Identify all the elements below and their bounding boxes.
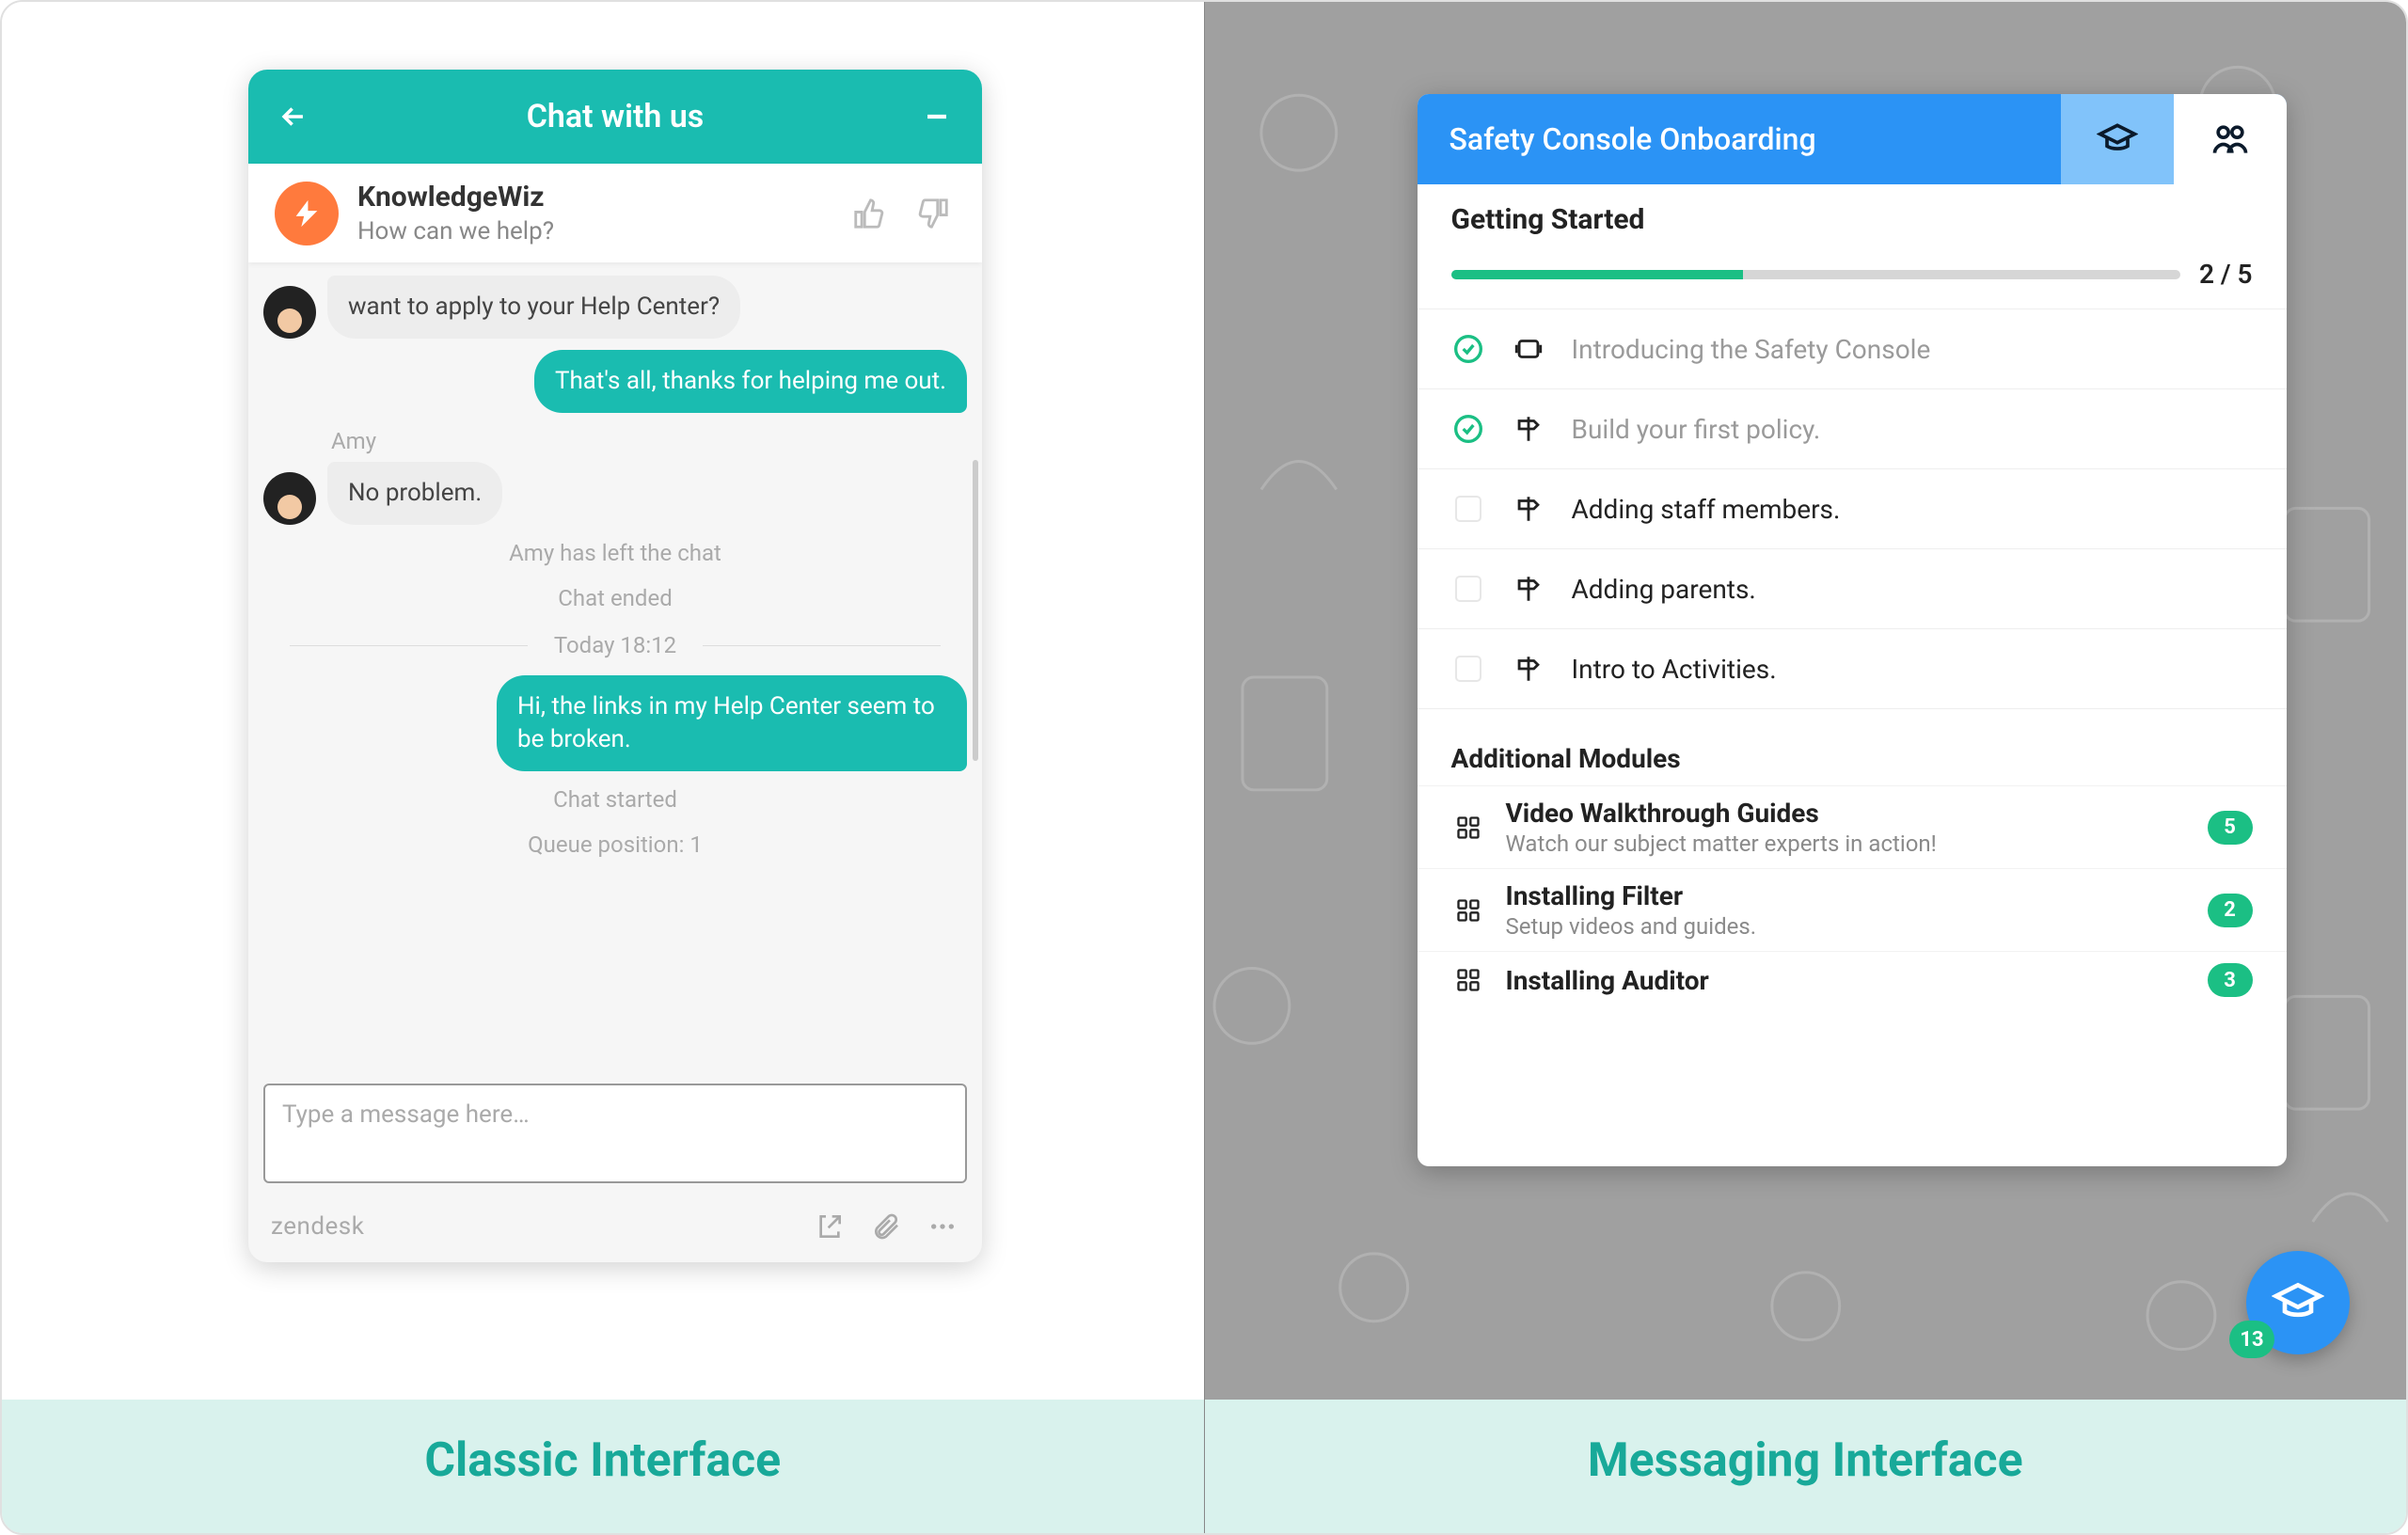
module-item[interactable]: Installing Auditor 3 bbox=[1418, 951, 2287, 1008]
agent-name: KnowledgeWiz bbox=[357, 181, 554, 214]
unchecked-icon bbox=[1451, 492, 1485, 526]
count-badge: 3 bbox=[2208, 963, 2253, 997]
label-messaging: Messaging Interface bbox=[1205, 1400, 2407, 1533]
message-bubble: That's all, thanks for helping me out. bbox=[534, 350, 967, 413]
video-icon bbox=[1510, 330, 1547, 368]
unchecked-icon bbox=[1451, 652, 1485, 686]
module-subtitle: Setup videos and guides. bbox=[1506, 913, 1757, 940]
agent-avatar bbox=[275, 182, 339, 245]
scrollbar[interactable] bbox=[973, 460, 978, 761]
progress-label: 2 / 5 bbox=[2199, 259, 2253, 290]
signpost-icon bbox=[1510, 490, 1547, 528]
count-badge: 2 bbox=[2208, 894, 2253, 927]
chat-footer: zendesk bbox=[248, 1198, 982, 1262]
message-in: want to apply to your Help Center? bbox=[263, 276, 967, 339]
messaging-pane: Safety Console Onboarding Getting Starte… bbox=[1205, 2, 2407, 1400]
module-item[interactable]: Installing FilterSetup videos and guides… bbox=[1418, 868, 2287, 951]
chat-widget: Chat with us KnowledgeWiz How can we hel… bbox=[248, 70, 982, 1262]
module-subtitle: Watch our subject matter experts in acti… bbox=[1506, 831, 1937, 857]
status-chat-ended: Chat ended bbox=[263, 585, 967, 611]
signpost-icon bbox=[1510, 650, 1547, 688]
grid-icon bbox=[1451, 963, 1485, 997]
help-launcher[interactable]: 13 bbox=[2246, 1251, 2350, 1354]
attachment-icon[interactable] bbox=[869, 1210, 903, 1243]
message-in: No problem. bbox=[263, 462, 967, 525]
label-classic: Classic Interface bbox=[2, 1400, 1205, 1533]
tab-learn[interactable] bbox=[2061, 94, 2174, 184]
avatar bbox=[263, 286, 316, 339]
check-icon bbox=[1451, 332, 1485, 366]
onboarding-header: Safety Console Onboarding bbox=[1418, 94, 2287, 184]
signpost-icon bbox=[1510, 570, 1547, 608]
agent-card: KnowledgeWiz How can we help? bbox=[248, 164, 982, 262]
signpost-icon bbox=[1510, 410, 1547, 448]
grid-icon bbox=[1451, 894, 1485, 927]
onboarding-step[interactable]: Intro to Activities. bbox=[1418, 629, 2287, 709]
count-badge: 5 bbox=[2208, 811, 2253, 845]
step-label: Intro to Activities. bbox=[1572, 654, 1777, 685]
message-bubble: want to apply to your Help Center? bbox=[327, 276, 740, 339]
classic-pane: Chat with us KnowledgeWiz How can we hel… bbox=[2, 2, 1205, 1400]
help-badge: 13 bbox=[2229, 1321, 2274, 1358]
status-chat-started: Chat started bbox=[263, 786, 967, 813]
section-title: Getting Started bbox=[1451, 203, 2253, 236]
unchecked-icon bbox=[1451, 572, 1485, 606]
module-title: Installing Auditor bbox=[1506, 965, 1709, 996]
status-queue: Queue position: 1 bbox=[263, 831, 967, 858]
message-input[interactable]: Type a message here… bbox=[263, 1084, 967, 1183]
module-title: Installing Filter bbox=[1506, 880, 1757, 911]
step-label: Adding staff members. bbox=[1572, 494, 1841, 525]
chat-body: want to apply to your Help Center? That'… bbox=[248, 262, 982, 1068]
more-icon[interactable] bbox=[926, 1210, 959, 1243]
status-left-chat: Amy has left the chat bbox=[263, 540, 967, 566]
onboarding-step[interactable]: Build your first policy. bbox=[1418, 389, 2287, 469]
avatar bbox=[263, 472, 316, 525]
chat-title: Chat with us bbox=[312, 98, 918, 135]
onboarding-step[interactable]: Introducing the Safety Console bbox=[1418, 309, 2287, 389]
step-label: Build your first policy. bbox=[1572, 414, 1821, 445]
sender-name: Amy bbox=[331, 428, 967, 454]
thumbs-up-icon[interactable] bbox=[847, 191, 892, 236]
back-icon[interactable] bbox=[275, 98, 312, 135]
chat-header: Chat with us bbox=[248, 70, 982, 164]
check-icon bbox=[1451, 412, 1485, 446]
progress: 2 / 5 bbox=[1418, 244, 2287, 309]
onboarding-step[interactable]: Adding staff members. bbox=[1418, 469, 2287, 549]
message-bubble: No problem. bbox=[327, 462, 502, 525]
additional-title: Additional Modules bbox=[1418, 709, 2287, 785]
agent-subtitle: How can we help? bbox=[357, 217, 554, 245]
brand-label: zendesk bbox=[271, 1212, 364, 1241]
onboarding-step[interactable]: Adding parents. bbox=[1418, 549, 2287, 629]
thumbs-down-icon[interactable] bbox=[911, 191, 956, 236]
tab-people[interactable] bbox=[2174, 94, 2287, 184]
message-out: Hi, the links in my Help Center seem to … bbox=[263, 675, 967, 771]
module-item[interactable]: Video Walkthrough GuidesWatch our subjec… bbox=[1418, 785, 2287, 868]
message-bubble: Hi, the links in my Help Center seem to … bbox=[497, 675, 967, 771]
grid-icon bbox=[1451, 811, 1485, 845]
popout-icon[interactable] bbox=[813, 1210, 847, 1243]
step-label: Introducing the Safety Console bbox=[1572, 334, 1931, 365]
onboarding-title: Safety Console Onboarding bbox=[1418, 121, 2061, 157]
step-label: Adding parents. bbox=[1572, 574, 1756, 605]
onboarding-card: Safety Console Onboarding Getting Starte… bbox=[1418, 94, 2287, 1166]
module-title: Video Walkthrough Guides bbox=[1506, 798, 1937, 829]
message-out: That's all, thanks for helping me out. bbox=[263, 350, 967, 413]
time-divider: Today 18:12 bbox=[263, 632, 967, 658]
minimize-icon[interactable] bbox=[918, 98, 956, 135]
